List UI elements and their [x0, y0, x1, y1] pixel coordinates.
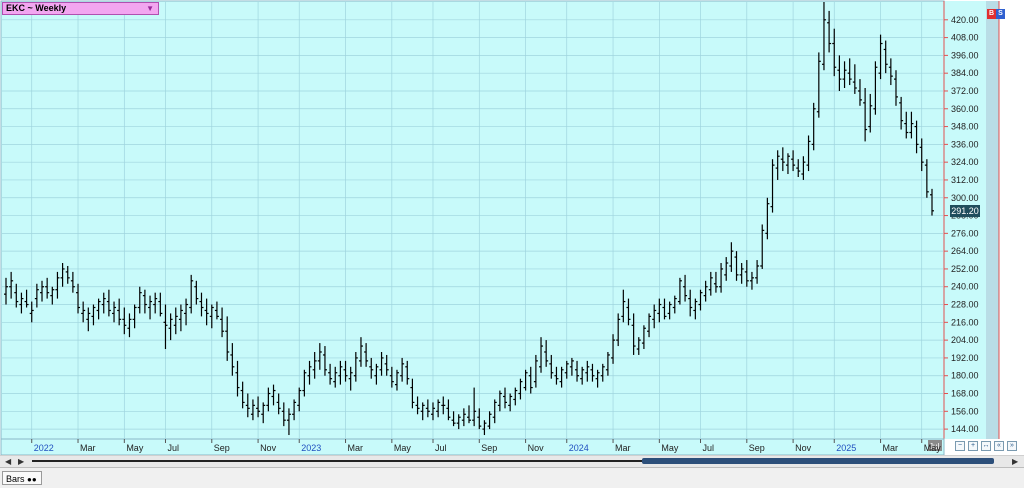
- time-scrollbar[interactable]: ◀ ▶ ▶: [0, 455, 1024, 467]
- scale-badge-s[interactable]: S: [996, 9, 1005, 19]
- x-tick-label: Nov: [795, 443, 812, 453]
- y-tick-label: 216.00: [951, 317, 979, 327]
- plot-area[interactable]: [0, 0, 945, 440]
- x-tick-label: Jul: [167, 443, 179, 453]
- y-tick-label: 252.00: [951, 264, 979, 274]
- zoom-in-icon[interactable]: +: [968, 441, 978, 451]
- x-tick-label: May: [924, 443, 942, 453]
- y-tick-label: 420.00: [951, 15, 979, 25]
- x-tick-label: May: [661, 443, 679, 453]
- bars-tab-label: Bars: [6, 474, 25, 484]
- y-tick-label: 168.00: [951, 389, 979, 399]
- scroll-thumb[interactable]: [642, 458, 994, 464]
- y-tick-label: 192.00: [951, 353, 979, 363]
- x-tick-label: May: [126, 443, 144, 453]
- y-tick-label: 348.00: [951, 122, 979, 132]
- last-price-tag: 291.20: [950, 204, 980, 217]
- y-tick-label: 300.00: [951, 193, 979, 203]
- scroll-right-small-icon[interactable]: ▶: [18, 456, 24, 467]
- y-tick-label: 276.00: [951, 228, 979, 238]
- x-tick-label: May: [394, 443, 412, 453]
- x-tick-label: 2023: [301, 443, 321, 453]
- x-tick-label: Nov: [260, 443, 277, 453]
- y-tick-label: 360.00: [951, 104, 979, 114]
- symbol-label: EKC ~ Weekly: [6, 3, 67, 13]
- bars-tab[interactable]: Bars ●●: [2, 471, 42, 485]
- chart-canvas[interactable]: Jul 144.00 156.00 168.00 180.00 192.00 204.00…: [0, 0, 1024, 487]
- scroll-start-icon[interactable]: «: [994, 441, 1004, 451]
- triangle-down-icon[interactable]: ▼: [146, 3, 154, 14]
- x-tick-label: Sep: [214, 443, 230, 453]
- x-tick-label: Jul: [435, 443, 447, 453]
- y-tick-label: 324.00: [951, 157, 979, 167]
- x-tick-label: 2024: [569, 443, 589, 453]
- x-tick-label: Nov: [528, 443, 545, 453]
- scroll-right-icon[interactable]: ▶: [1012, 456, 1018, 467]
- y-tick-label: 396.00: [951, 50, 979, 60]
- x-tick-label: Mar: [80, 443, 96, 453]
- x-tick-label: 2025: [836, 443, 856, 453]
- status-bar: Bars ●●: [0, 467, 1024, 488]
- y-tick-label: 204.00: [951, 335, 979, 345]
- scroll-left-icon[interactable]: ◀: [5, 456, 11, 467]
- scroll-end-icon[interactable]: »: [1007, 441, 1017, 451]
- symbol-selector[interactable]: EKC ~ Weekly ▼: [2, 2, 159, 15]
- x-tick-label: 2022: [34, 443, 54, 453]
- y-tick-label: 240.00: [951, 282, 979, 292]
- x-tick-label: Mar: [883, 443, 899, 453]
- fit-icon[interactable]: ↔: [981, 441, 991, 451]
- x-tick-label: Mar: [348, 443, 364, 453]
- y-tick-label: 312.00: [951, 175, 979, 185]
- binoculars-icon: ●●: [27, 475, 37, 484]
- x-tick-label: Jul: [703, 443, 715, 453]
- y-tick-label: 228.00: [951, 300, 979, 310]
- x-tick-label: Sep: [481, 443, 497, 453]
- x-tick-label: Mar: [615, 443, 631, 453]
- zoom-out-icon[interactable]: −: [955, 441, 965, 451]
- y-tick-label: 156.00: [951, 406, 979, 416]
- y-tick-label: 336.00: [951, 139, 979, 149]
- y-tick-label: 408.00: [951, 33, 979, 43]
- y-tick-label: 144.00: [951, 424, 979, 434]
- y-tick-label: 372.00: [951, 86, 979, 96]
- y-tick-label: 180.00: [951, 371, 979, 381]
- x-tick-label: Sep: [749, 443, 765, 453]
- y-tick-label: 384.00: [951, 68, 979, 78]
- scale-column: [986, 1, 999, 439]
- y-tick-label: 264.00: [951, 246, 979, 256]
- scale-badge-b[interactable]: B: [987, 9, 996, 19]
